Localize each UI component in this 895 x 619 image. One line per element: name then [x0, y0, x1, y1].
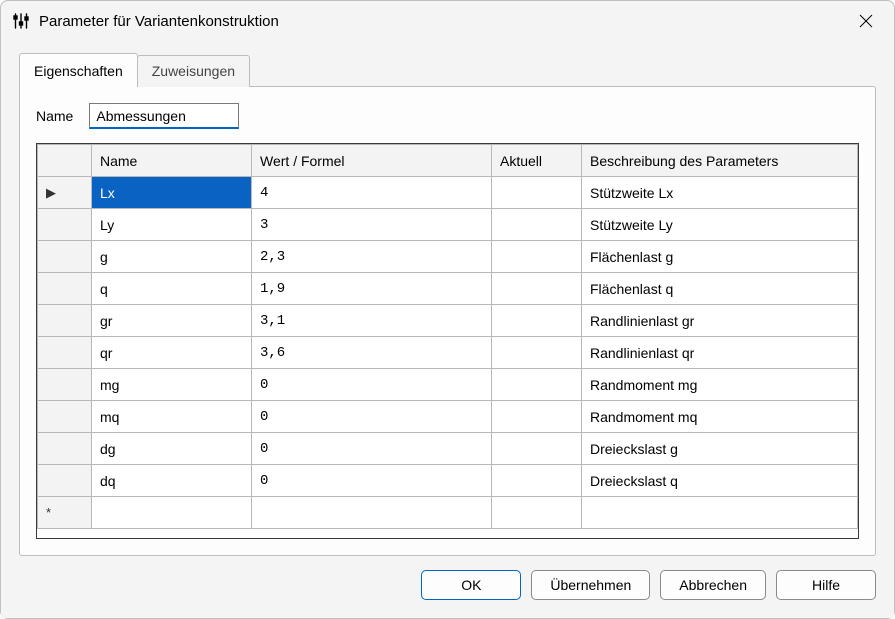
close-icon — [859, 14, 873, 28]
cell-value[interactable]: 4 — [252, 177, 492, 209]
cell-desc[interactable]: Randmoment mg — [582, 369, 858, 401]
cell-name[interactable]: Lx — [92, 177, 252, 209]
row-marker[interactable] — [38, 433, 92, 465]
cell-actual[interactable] — [492, 433, 582, 465]
close-button[interactable] — [846, 1, 886, 41]
cell-actual[interactable] — [492, 465, 582, 497]
table-row[interactable]: qr3,6 Randlinienlast qr — [38, 337, 858, 369]
row-marker[interactable] — [38, 241, 92, 273]
cell-value[interactable]: 3 — [252, 209, 492, 241]
cell-name[interactable]: mq — [92, 401, 252, 433]
title-bar: Parameter für Variantenkonstruktion — [1, 1, 894, 41]
row-marker[interactable] — [38, 369, 92, 401]
cell-desc[interactable]: Stützweite Lx — [582, 177, 858, 209]
row-marker[interactable] — [38, 305, 92, 337]
table-row[interactable]: g2,3 Flächenlast g — [38, 241, 858, 273]
cell-value[interactable]: 3,1 — [252, 305, 492, 337]
grid-header-value[interactable]: Wert / Formel — [252, 145, 492, 177]
table-row[interactable]: mg0 Randmoment mg — [38, 369, 858, 401]
cell-value[interactable]: 0 — [252, 433, 492, 465]
grid-header-marker[interactable] — [38, 145, 92, 177]
cell-value[interactable]: 1,9 — [252, 273, 492, 305]
cell-actual[interactable] — [492, 177, 582, 209]
help-button[interactable]: Hilfe — [776, 570, 876, 600]
cell-value[interactable] — [252, 497, 492, 529]
cell-name[interactable]: g — [92, 241, 252, 273]
sliders-icon — [11, 11, 31, 31]
cell-value[interactable]: 2,3 — [252, 241, 492, 273]
cell-actual[interactable] — [492, 241, 582, 273]
client-area: Eigenschaften Zuweisungen Name Name — [1, 41, 894, 618]
cell-name[interactable]: qr — [92, 337, 252, 369]
row-marker[interactable] — [38, 401, 92, 433]
tab-properties[interactable]: Eigenschaften — [19, 53, 138, 87]
cell-name[interactable]: mg — [92, 369, 252, 401]
grid-header-desc[interactable]: Beschreibung des Parameters — [582, 145, 858, 177]
table-row[interactable]: dg0 Dreieckslast g — [38, 433, 858, 465]
window-title: Parameter für Variantenkonstruktion — [39, 13, 279, 30]
button-bar: OK Übernehmen Abbrechen Hilfe — [19, 570, 876, 600]
cell-name[interactable]: Ly — [92, 209, 252, 241]
ok-button[interactable]: OK — [421, 570, 521, 600]
dialog-window: Parameter für Variantenkonstruktion Eige… — [0, 0, 895, 619]
table-row[interactable]: dq0 Dreieckslast q — [38, 465, 858, 497]
cell-desc[interactable]: Flächenlast g — [582, 241, 858, 273]
name-label: Name — [36, 108, 73, 124]
cell-name[interactable]: dg — [92, 433, 252, 465]
cell-desc[interactable]: Randlinienlast qr — [582, 337, 858, 369]
cell-actual[interactable] — [492, 401, 582, 433]
cell-name[interactable]: q — [92, 273, 252, 305]
table-row[interactable]: mq0 Randmoment mq — [38, 401, 858, 433]
apply-button[interactable]: Übernehmen — [531, 570, 650, 600]
cell-desc[interactable]: Stützweite Ly — [582, 209, 858, 241]
cell-desc[interactable]: Randlinienlast gr — [582, 305, 858, 337]
cell-value[interactable]: 3,6 — [252, 337, 492, 369]
tab-strip: Eigenschaften Zuweisungen — [19, 53, 876, 87]
row-marker[interactable] — [38, 465, 92, 497]
cell-actual[interactable] — [492, 305, 582, 337]
grid-header-actual[interactable]: Aktuell — [492, 145, 582, 177]
table-row[interactable]: q1,9 Flächenlast q — [38, 273, 858, 305]
cell-value[interactable]: 0 — [252, 465, 492, 497]
table-row[interactable]: * — [38, 497, 858, 529]
cell-value[interactable]: 0 — [252, 369, 492, 401]
cell-name[interactable]: dq — [92, 465, 252, 497]
cell-value[interactable]: 0 — [252, 401, 492, 433]
grid-header-row: Name Wert / Formel Aktuell Beschreibung … — [38, 145, 858, 177]
cell-desc[interactable]: Flächenlast q — [582, 273, 858, 305]
table-row[interactable]: ▶Lx4 Stützweite Lx — [38, 177, 858, 209]
cell-desc[interactable]: Dreieckslast q — [582, 465, 858, 497]
cell-desc[interactable] — [582, 497, 858, 529]
cell-actual[interactable] — [492, 497, 582, 529]
tab-panel-properties: Name Name Wert / Formel Aktuell Besch — [19, 86, 876, 556]
cell-actual[interactable] — [492, 337, 582, 369]
row-marker[interactable]: ▶ — [38, 177, 92, 209]
cell-actual[interactable] — [492, 369, 582, 401]
row-marker[interactable] — [38, 337, 92, 369]
parameter-grid[interactable]: Name Wert / Formel Aktuell Beschreibung … — [36, 143, 859, 539]
name-row: Name — [36, 103, 859, 129]
cell-name[interactable]: gr — [92, 305, 252, 337]
row-marker[interactable] — [38, 209, 92, 241]
cell-desc[interactable]: Randmoment mq — [582, 401, 858, 433]
cell-actual[interactable] — [492, 273, 582, 305]
cell-actual[interactable] — [492, 209, 582, 241]
grid-header-name[interactable]: Name — [92, 145, 252, 177]
row-marker[interactable] — [38, 273, 92, 305]
cell-desc[interactable]: Dreieckslast g — [582, 433, 858, 465]
cell-name[interactable] — [92, 497, 252, 529]
row-marker[interactable]: * — [38, 497, 92, 529]
table-row[interactable]: Ly3 Stützweite Ly — [38, 209, 858, 241]
table-row[interactable]: gr3,1 Randlinienlast gr — [38, 305, 858, 337]
tab-assignments[interactable]: Zuweisungen — [137, 55, 250, 87]
cancel-button[interactable]: Abbrechen — [660, 570, 766, 600]
name-input[interactable] — [89, 103, 239, 129]
